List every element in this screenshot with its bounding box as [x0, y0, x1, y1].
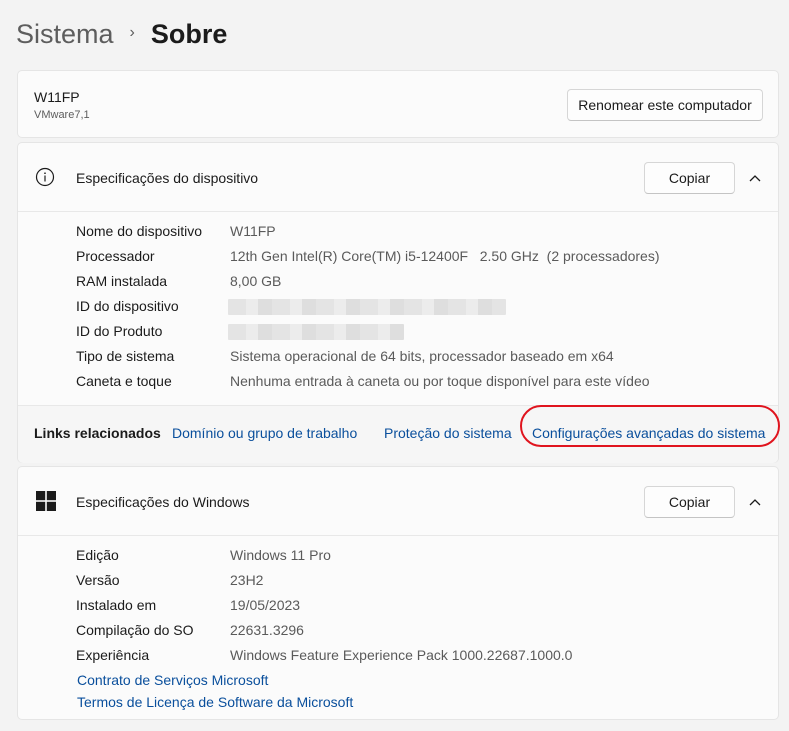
spec-label: Versão [76, 572, 120, 588]
spec-label: ID do dispositivo [76, 298, 179, 314]
copy-windows-specs-button[interactable]: Copiar [644, 486, 735, 518]
spec-value: 19/05/2023 [230, 597, 301, 613]
page-title: Sobre [150, 19, 228, 49]
chevron-up-icon[interactable] [740, 487, 770, 517]
windows-logo-icon [36, 491, 56, 516]
windows-specs-card: Especificações do Windows Copiar Edição … [17, 466, 779, 720]
spec-label: RAM instalada [76, 273, 168, 289]
spec-label: Instalado em [76, 597, 157, 613]
spec-label: Edição [76, 547, 119, 563]
redacted-product-id [228, 324, 404, 340]
link-microsoft-services-agreement[interactable]: Contrato de Serviços Microsoft [77, 672, 268, 688]
divider [18, 535, 778, 536]
spec-value: 22631.3296 [230, 622, 304, 638]
spec-label: Processador [76, 248, 155, 264]
divider [18, 211, 778, 212]
spec-value: 12th Gen Intel(R) Core(TM) i5-12400F 2.5… [230, 248, 660, 264]
link-system-protection[interactable]: Proteção do sistema [384, 425, 512, 441]
spec-label: Experiência [76, 647, 150, 663]
related-links-bar: Links relacionados Domínio ou grupo de t… [18, 405, 780, 463]
link-domain-workgroup[interactable]: Domínio ou grupo de trabalho [172, 425, 357, 441]
info-icon [35, 167, 55, 192]
computer-name: W11FP [34, 89, 80, 105]
device-specs-title: Especificações do dispositivo [76, 170, 259, 186]
spec-value: W11FP [230, 223, 276, 239]
spec-label: Tipo de sistema [76, 348, 175, 364]
spec-value: Nenhuma entrada à caneta ou por toque di… [230, 373, 650, 389]
spec-value: 23H2 [230, 572, 264, 588]
breadcrumb: Sistema › Sobre [16, 14, 227, 54]
spec-label: ID do Produto [76, 323, 163, 339]
spec-label: Nome do dispositivo [76, 223, 203, 239]
link-microsoft-software-license[interactable]: Termos de Licença de Software da Microso… [77, 694, 353, 710]
copy-device-specs-button[interactable]: Copiar [644, 162, 735, 194]
redacted-device-id [228, 299, 506, 315]
highlight-annotation [520, 405, 780, 447]
device-specs-card: Especificações do dispositivo Copiar Nom… [17, 142, 780, 463]
computer-name-card: W11FP VMware7,1 Renomear este computador [17, 70, 779, 138]
spec-label: Caneta e toque [76, 373, 172, 389]
windows-specs-title: Especificações do Windows [76, 494, 250, 510]
spec-value: Sistema operacional de 64 bits, processa… [230, 348, 614, 364]
breadcrumb-sistema[interactable]: Sistema [16, 14, 114, 54]
rename-computer-button[interactable]: Renomear este computador [567, 89, 763, 121]
spec-value: 8,00 GB [230, 273, 282, 289]
chevron-right-icon: › [129, 24, 135, 41]
spec-value: Windows Feature Experience Pack 1000.226… [230, 647, 573, 663]
computer-model: VMware7,1 [34, 109, 90, 121]
chevron-up-icon[interactable] [740, 163, 770, 193]
spec-value: Windows 11 Pro [230, 547, 331, 563]
spec-label: Compilação do SO [76, 622, 194, 638]
related-links-label: Links relacionados [34, 425, 161, 441]
